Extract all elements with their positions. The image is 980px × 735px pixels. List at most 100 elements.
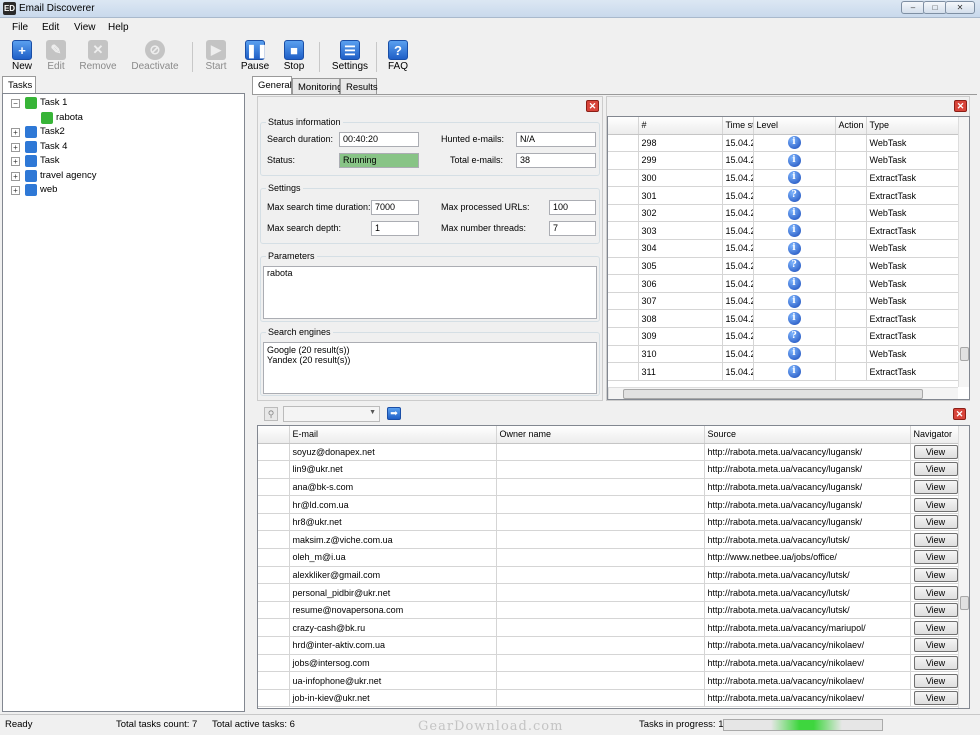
- view-button[interactable]: View: [913, 638, 957, 653]
- result-row[interactable]: hr8@ukr.net http://rabota.meta.ua/vacancy…: [258, 513, 959, 532]
- column-header-owner[interactable]: Owner name: [496, 426, 705, 444]
- view-button[interactable]: View: [913, 655, 957, 670]
- column-header-source[interactable]: Source: [704, 426, 911, 444]
- log-vertical-scrollbar[interactable]: [958, 117, 969, 387]
- log-row[interactable]: 30215.04.2009 15:5... i WebTask: [608, 204, 959, 223]
- column-header-timestamp[interactable]: Time stamp: [722, 117, 754, 135]
- view-button[interactable]: View: [913, 673, 957, 688]
- view-button[interactable]: View: [913, 550, 957, 565]
- tree-item-task1[interactable]: − Task 1: [3, 96, 243, 111]
- close-panel-icon[interactable]: ✕: [586, 100, 599, 112]
- close-window-icon[interactable]: ✕: [945, 1, 975, 14]
- result-row[interactable]: soyuz@donapex.net http://rabota.meta.ua/v…: [258, 443, 959, 462]
- close-panel-icon[interactable]: ✕: [954, 100, 967, 112]
- deactivate-button[interactable]: ⊘ Deactivate: [130, 38, 180, 74]
- column-header-action[interactable]: Action: [835, 117, 867, 135]
- tab-monitoring[interactable]: Monitoring: [292, 78, 342, 95]
- go-arrow-icon[interactable]: ➡: [387, 407, 401, 420]
- new-button[interactable]: + New: [7, 38, 37, 74]
- tab-general[interactable]: General: [252, 76, 292, 95]
- collapse-icon[interactable]: −: [11, 99, 20, 108]
- result-row[interactable]: jobs@intersog.com http://rabota.meta.ua/v…: [258, 654, 959, 673]
- result-row[interactable]: hr@ld.com.ua http://rabota.meta.ua/vacanc…: [258, 495, 959, 514]
- view-button[interactable]: View: [913, 444, 957, 459]
- faq-button[interactable]: ? FAQ: [384, 38, 412, 74]
- result-row[interactable]: job-in-kiev@ukr.net http://rabota.meta.ua…: [258, 689, 959, 708]
- log-row[interactable]: 31015.04.2009 15:5... i WebTask: [608, 345, 959, 364]
- column-header-email[interactable]: E-mail: [289, 426, 497, 444]
- view-button[interactable]: View: [913, 691, 957, 706]
- result-row[interactable]: maksim.z@viche.com.ua http://rabota.meta.…: [258, 530, 959, 550]
- log-type: WebTask: [866, 239, 959, 258]
- result-row[interactable]: hrd@inter-aktiv.com.ua http://rabota.meta…: [258, 636, 959, 655]
- log-row[interactable]: 31115.04.2009 15:5... i ExtractTask: [608, 362, 959, 381]
- log-row[interactable]: 30015.04.2009 15:5... i ExtractTask: [608, 169, 959, 188]
- close-panel-icon[interactable]: ✕: [953, 408, 966, 420]
- menu-help[interactable]: Help: [108, 22, 129, 33]
- settings-button[interactable]: ☰ Settings: [330, 38, 370, 74]
- column-header-level[interactable]: Level: [753, 117, 836, 135]
- log-row[interactable]: 30315.04.2009 15:5... i ExtractTask: [608, 221, 959, 241]
- expand-icon[interactable]: +: [11, 128, 20, 137]
- log-horizontal-scrollbar[interactable]: [608, 387, 958, 399]
- scrollbar-thumb[interactable]: [960, 347, 969, 361]
- result-row[interactable]: oleh_m@i.ua http://www.netbee.ua/jobs/off…: [258, 548, 959, 567]
- menu-edit[interactable]: Edit: [42, 22, 59, 33]
- maximize-icon[interactable]: □: [923, 1, 947, 14]
- tree-item-web[interactable]: + web: [3, 183, 243, 198]
- menu-file[interactable]: File: [12, 22, 28, 33]
- result-row[interactable]: ana@bk-s.com http://rabota.meta.ua/vacanc…: [258, 478, 959, 497]
- stop-button[interactable]: ■ Stop: [280, 38, 308, 74]
- log-row[interactable]: 30915.04.2009 15:5...? ExtractTask: [608, 327, 959, 346]
- tree-item-travel-agency[interactable]: + travel agency: [3, 169, 243, 184]
- tree-item-rabota[interactable]: rabota: [3, 111, 243, 126]
- result-row[interactable]: lin9@ukr.net http://rabota.meta.ua/vacanc…: [258, 460, 959, 479]
- result-row[interactable]: crazy-cash@bk.ru http://rabota.meta.ua/va…: [258, 618, 959, 638]
- log-row[interactable]: 30415.04.2009 15:5... i WebTask: [608, 239, 959, 258]
- column-header-number[interactable]: #: [638, 117, 723, 135]
- remove-button[interactable]: ✕ Remove: [78, 38, 118, 74]
- pause-button[interactable]: ❚❚ Pause: [240, 38, 270, 74]
- result-row[interactable]: ua-infophone@ukr.net http://rabota.meta.u…: [258, 671, 959, 690]
- log-row[interactable]: 30615.04.2009 15:5... i WebTask: [608, 274, 959, 293]
- view-button[interactable]: View: [913, 515, 957, 530]
- search-engines-list[interactable]: Google (20 result(s)) Yandex (20 result(…: [263, 342, 597, 394]
- start-button[interactable]: ▶ Start: [202, 38, 230, 74]
- tree-item-task2[interactable]: + Task2: [3, 125, 243, 140]
- log-row[interactable]: 30515.04.2009 15:5...? WebTask: [608, 257, 959, 276]
- tab-results[interactable]: Results: [340, 78, 378, 95]
- expand-icon[interactable]: +: [11, 142, 20, 152]
- column-header-navigator[interactable]: Navigator: [910, 426, 959, 444]
- view-button[interactable]: View: [913, 567, 957, 582]
- view-button[interactable]: View: [913, 497, 957, 512]
- parameters-textarea[interactable]: rabota: [263, 266, 597, 319]
- log-row[interactable]: 29815.04.2009 15:5... i WebTask: [608, 134, 959, 153]
- scrollbar-thumb[interactable]: [960, 596, 969, 610]
- view-button[interactable]: View: [913, 620, 957, 635]
- log-row[interactable]: 30815.04.2009 15:5... i ExtractTask: [608, 309, 959, 329]
- filter-dropdown[interactable]: ▼: [283, 406, 380, 422]
- view-button[interactable]: View: [913, 585, 957, 600]
- log-row[interactable]: 29915.04.2009 15:5... i WebTask: [608, 151, 959, 170]
- search-icon[interactable]: ⚲: [264, 407, 278, 421]
- expand-icon[interactable]: +: [11, 186, 20, 195]
- result-row[interactable]: personal_pidbir@ukr.net http://rabota.met…: [258, 583, 959, 602]
- view-button[interactable]: View: [913, 479, 957, 494]
- column-header-type[interactable]: Type: [866, 117, 959, 135]
- view-button[interactable]: View: [913, 462, 957, 477]
- edit-button[interactable]: ✎ Edit: [41, 38, 71, 74]
- expand-icon[interactable]: +: [11, 157, 20, 166]
- tree-item-task4[interactable]: + Task 4: [3, 140, 243, 155]
- log-row[interactable]: 30115.04.2009 15:5...? ExtractTask: [608, 186, 959, 205]
- scrollbar-thumb[interactable]: [623, 389, 923, 399]
- results-vertical-scrollbar[interactable]: [958, 426, 969, 708]
- expand-icon[interactable]: +: [11, 171, 20, 181]
- result-row[interactable]: resume@novapersona.com http://rabota.meta…: [258, 601, 959, 620]
- result-row[interactable]: alexkliker@gmail.com http://rabota.meta.u…: [258, 566, 959, 585]
- view-button[interactable]: View: [913, 532, 957, 547]
- tree-item-task[interactable]: + Task: [3, 154, 243, 169]
- log-row[interactable]: 30715.04.2009 15:5... i WebTask: [608, 292, 959, 311]
- menu-view[interactable]: View: [74, 22, 96, 33]
- view-button[interactable]: View: [913, 603, 957, 618]
- minimize-icon[interactable]: –: [901, 1, 925, 14]
